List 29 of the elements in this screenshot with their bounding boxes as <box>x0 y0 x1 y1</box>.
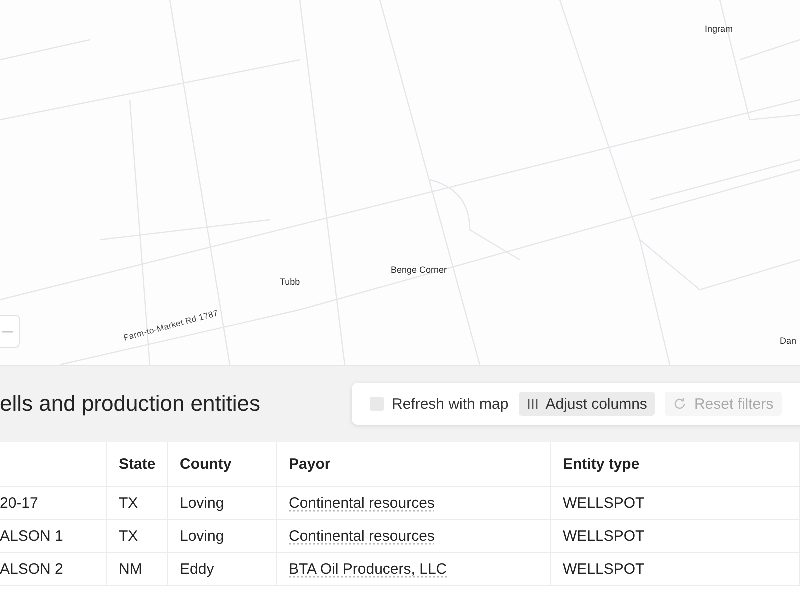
column-header[interactable]: County <box>168 442 277 486</box>
table-cell: TX <box>119 528 138 544</box>
refresh-icon <box>673 397 688 411</box>
table-cell: NM <box>119 560 142 578</box>
adjust-columns-button[interactable]: Adjust columns <box>518 392 656 416</box>
table-cell: ALSON 1 <box>0 528 64 544</box>
place-label: Dan <box>780 336 797 346</box>
column-header[interactable]: Entity type <box>551 442 800 486</box>
section-title: ells and production entities <box>0 391 260 417</box>
place-label: Tubb <box>280 277 300 287</box>
zoom-out-button[interactable]: — <box>0 315 20 348</box>
refresh-label: Refresh with map <box>392 396 509 412</box>
column-header[interactable]: Payor <box>277 442 551 486</box>
payor-link[interactable]: Continental resources <box>289 528 435 544</box>
table-cell: ALSON 2 <box>0 560 64 578</box>
table-cell: WELLSPOT <box>563 528 645 544</box>
table-cell: WELLSPOT <box>563 560 645 578</box>
table-cell: 20-17 <box>0 494 38 512</box>
column-header[interactable]: State <box>107 442 168 486</box>
table-cell: TX <box>119 494 138 512</box>
table-cell: Loving <box>180 528 224 544</box>
table-cell: WELLSPOT <box>563 494 645 512</box>
payor-link[interactable]: Continental resources <box>289 494 435 512</box>
table-cell: Eddy <box>180 560 214 578</box>
place-label: Benge Corner <box>391 265 448 275</box>
table-cell: Loving <box>180 494 224 512</box>
payor-link[interactable]: BTA Oil Producers, LLC <box>289 560 448 578</box>
place-label: Ingram <box>705 24 734 34</box>
columns-icon <box>526 398 539 410</box>
